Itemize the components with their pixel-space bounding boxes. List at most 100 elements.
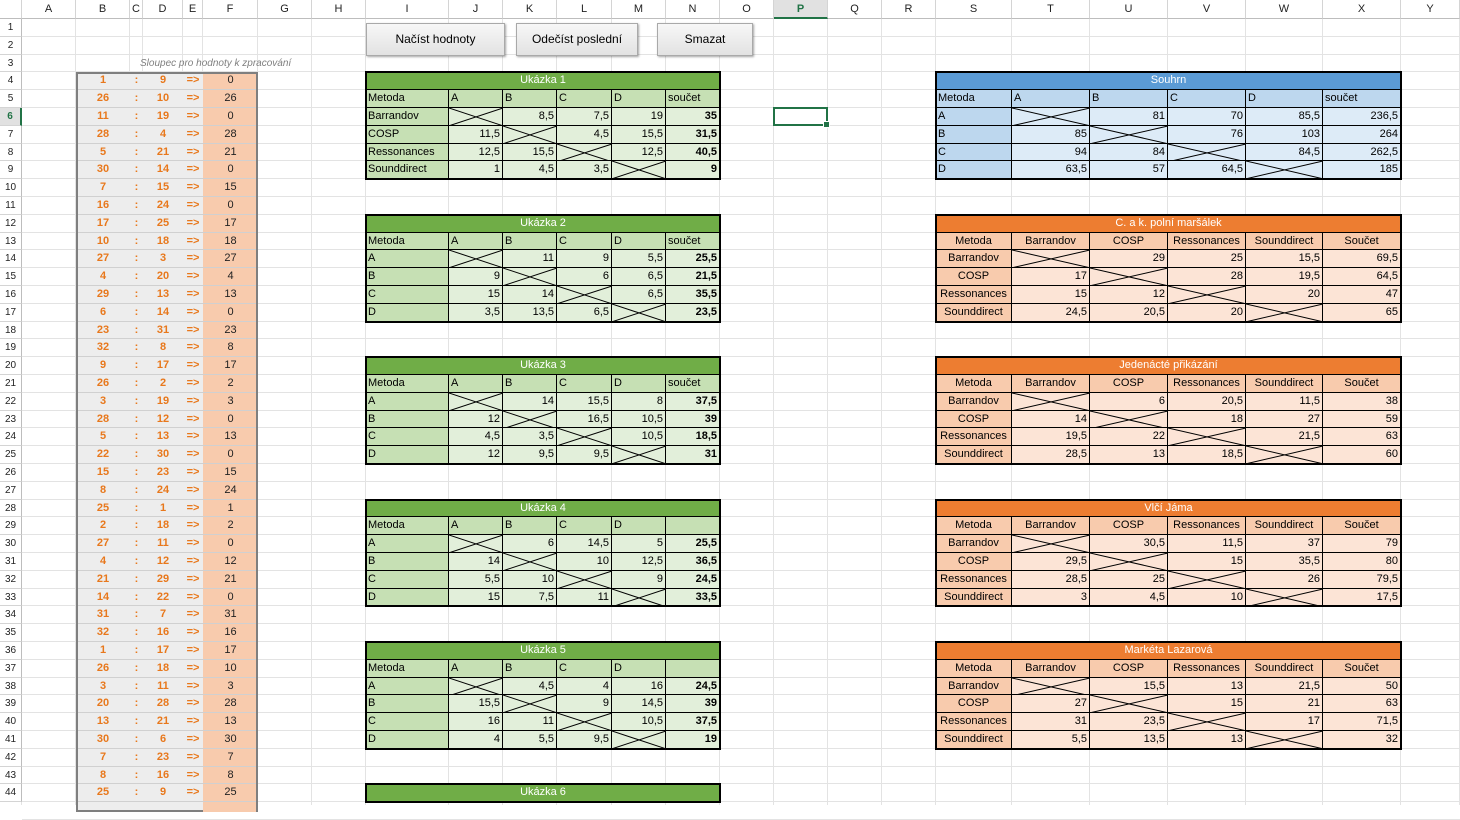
column-header-n[interactable]: N xyxy=(666,0,720,19)
row-header[interactable]: 42 xyxy=(0,748,22,767)
column-header-w[interactable]: W xyxy=(1246,0,1323,19)
row-header[interactable]: 30 xyxy=(0,535,22,553)
film-table-2-cell: 21,5 xyxy=(1246,428,1323,447)
column-header-j[interactable]: J xyxy=(449,0,503,19)
film-table-3-header-cell: Barrandov xyxy=(1012,517,1090,536)
row-header[interactable]: 32 xyxy=(0,570,22,589)
row-header[interactable]: 24 xyxy=(0,428,22,447)
list-colon: : xyxy=(134,341,139,354)
column-header-h[interactable]: H xyxy=(312,0,366,19)
column-header-i[interactable]: I xyxy=(366,0,449,19)
list-arrow: => xyxy=(186,199,200,211)
row-header[interactable]: 23 xyxy=(0,410,22,429)
row-header[interactable]: 3 xyxy=(0,54,22,73)
column-header-g[interactable]: G xyxy=(258,0,312,19)
column-header-m[interactable]: M xyxy=(612,0,666,19)
list-colon: : xyxy=(134,252,139,265)
row-header[interactable]: 20 xyxy=(0,357,22,375)
subtract-last-button[interactable]: Odečíst poslední xyxy=(516,23,638,56)
row-header[interactable]: 21 xyxy=(0,375,22,393)
spreadsheet-grid[interactable]: A B C D E F G H I J K L M N O P Q R S T U V W X Y 1 2 3 4 5 6 7 8 9 10 11 12… xyxy=(0,0,1460,820)
row-header[interactable]: 1 xyxy=(0,19,22,37)
row-header[interactable]: 10 xyxy=(0,179,22,197)
row-header[interactable]: 8 xyxy=(0,143,22,162)
column-header-f[interactable]: F xyxy=(203,0,258,19)
summary-table-header-cell: C xyxy=(1168,90,1246,108)
list-value-d: 19 xyxy=(156,394,170,407)
sample-table-4-cell: 10 xyxy=(557,553,612,571)
list-result: 0 xyxy=(227,305,234,318)
column-header-r[interactable]: R xyxy=(882,0,936,19)
row-header[interactable]: 27 xyxy=(0,481,22,500)
list-result: 25 xyxy=(224,786,237,799)
row-header[interactable]: 6 xyxy=(0,108,22,126)
row-header[interactable]: 5 xyxy=(0,90,22,108)
crossed-cell-icon xyxy=(1246,588,1322,606)
sample-table-1-cell: 9 xyxy=(666,161,720,180)
column-header-k[interactable]: K xyxy=(503,0,557,19)
sample-table-5-cell: 9 xyxy=(557,695,612,714)
sample-table-1-cell: 4,5 xyxy=(503,161,557,180)
column-header-y[interactable]: Y xyxy=(1401,0,1460,19)
row-header[interactable]: 37 xyxy=(0,659,22,678)
select-all-corner[interactable] xyxy=(0,0,22,19)
row-header[interactable]: 25 xyxy=(0,446,22,464)
column-header-q[interactable]: Q xyxy=(828,0,882,19)
column-header-u[interactable]: U xyxy=(1090,0,1168,19)
column-header-x[interactable]: X xyxy=(1323,0,1401,19)
list-colon: : xyxy=(134,644,139,656)
load-values-button[interactable]: Načíst hodnoty xyxy=(366,23,505,56)
column-header-s[interactable]: S xyxy=(936,0,1012,19)
column-header-l[interactable]: L xyxy=(557,0,612,19)
row-header[interactable]: 39 xyxy=(0,695,22,714)
column-header-o[interactable]: O xyxy=(720,0,774,19)
row-header[interactable]: 4 xyxy=(0,72,22,91)
row-header[interactable]: 12 xyxy=(0,214,22,233)
row-header[interactable]: 13 xyxy=(0,232,22,251)
row-header[interactable]: 33 xyxy=(0,588,22,607)
list-value-d: 17 xyxy=(156,359,170,372)
row-header[interactable]: 28 xyxy=(0,499,22,518)
delete-button[interactable]: Smazat xyxy=(657,23,753,56)
row-header[interactable]: 16 xyxy=(0,286,22,304)
row-header[interactable]: 31 xyxy=(0,553,22,571)
column-header-a[interactable]: A xyxy=(22,0,76,19)
row-header[interactable]: 26 xyxy=(0,464,22,482)
column-header-t[interactable]: T xyxy=(1012,0,1090,19)
row-header[interactable]: 22 xyxy=(0,392,22,411)
column-header-v[interactable]: V xyxy=(1168,0,1246,19)
column-header-c[interactable]: C xyxy=(130,0,143,19)
row-header[interactable]: 36 xyxy=(0,642,22,660)
film-table-2-cell xyxy=(1168,428,1246,447)
row-header[interactable]: 19 xyxy=(0,339,22,358)
list-result: 0 xyxy=(227,412,234,425)
row-header[interactable]: 44 xyxy=(0,784,22,803)
column-header-p[interactable]: P xyxy=(774,0,828,19)
row-header[interactable]: 2 xyxy=(0,36,22,55)
column-header-b[interactable]: B xyxy=(76,0,130,19)
row-header[interactable]: 38 xyxy=(0,677,22,696)
column-header-d[interactable]: D xyxy=(143,0,183,19)
row-header[interactable]: 35 xyxy=(0,624,22,642)
film-table-4-cell: 27 xyxy=(1012,695,1090,714)
row-header[interactable]: 43 xyxy=(0,766,22,785)
row-header[interactable]: 17 xyxy=(0,303,22,322)
row-header[interactable]: 40 xyxy=(0,713,22,731)
row-header[interactable]: 18 xyxy=(0,321,22,340)
list-arrow: => xyxy=(186,466,200,478)
list-arrow: => xyxy=(186,501,200,514)
film-table-2-header-cell: Součet xyxy=(1323,375,1401,393)
summary-table-cell xyxy=(1012,108,1090,126)
active-cell-selection[interactable] xyxy=(773,107,830,128)
row-header[interactable]: 29 xyxy=(0,517,22,536)
row-header[interactable]: 15 xyxy=(0,268,22,286)
row-header[interactable]: 34 xyxy=(0,606,22,625)
sample-table-3-cell: 4,5 xyxy=(449,428,503,447)
row-header[interactable]: 14 xyxy=(0,250,22,269)
row-header[interactable]: 9 xyxy=(0,161,22,180)
row-header[interactable]: 7 xyxy=(0,125,22,144)
row-header[interactable]: 41 xyxy=(0,731,22,749)
row-header[interactable]: 11 xyxy=(0,197,22,215)
film-table-3-cell: 26 xyxy=(1246,570,1323,589)
column-header-e[interactable]: E xyxy=(183,0,203,19)
